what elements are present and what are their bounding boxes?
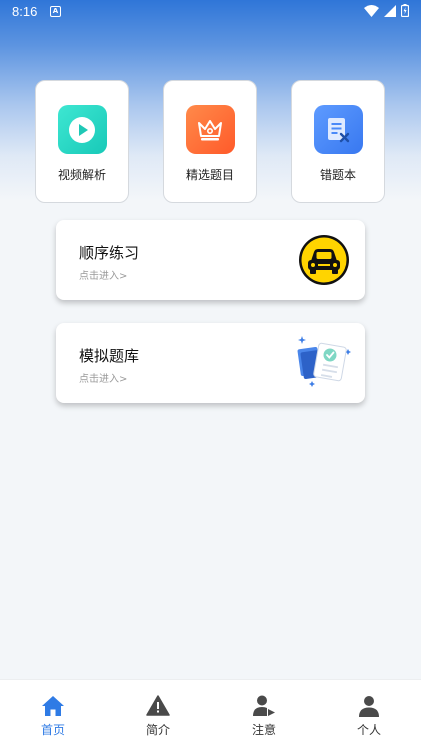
person-icon bbox=[359, 696, 379, 717]
sequential-practice-title: 顺序练习 bbox=[79, 244, 140, 262]
status-time: 8:16 bbox=[12, 4, 38, 19]
car-icon bbox=[299, 235, 349, 285]
play-icon bbox=[57, 105, 107, 154]
battery-icon bbox=[401, 4, 409, 17]
selected-questions-label: 精选题目 bbox=[185, 168, 234, 182]
nav-profile[interactable]: 个人 bbox=[329, 680, 409, 748]
status-bar: 8:16 A bbox=[0, 0, 421, 24]
wrong-book-label: 错题本 bbox=[319, 168, 356, 182]
feature-cards: 视频解析 精选题目 错题本 bbox=[0, 80, 421, 203]
nav-home-label: 首页 bbox=[40, 723, 65, 737]
selected-questions-card[interactable]: 精选题目 bbox=[163, 80, 257, 203]
home-icon bbox=[42, 696, 64, 716]
status-icons bbox=[364, 4, 409, 17]
signal-icon bbox=[384, 4, 396, 17]
wifi-icon bbox=[364, 4, 379, 17]
person-play-icon bbox=[253, 695, 275, 716]
bottom-nav: 首页 简介 注意 个人 bbox=[0, 679, 421, 748]
exam-paper-icon bbox=[297, 336, 351, 387]
nav-intro-label: 简介 bbox=[145, 723, 170, 737]
nav-notice[interactable]: 注意 bbox=[224, 680, 304, 748]
notification-icon: A bbox=[50, 6, 61, 17]
nav-profile-label: 个人 bbox=[356, 723, 381, 737]
warning-icon bbox=[146, 695, 170, 716]
mock-exam-title: 模拟题库 bbox=[79, 347, 140, 365]
crown-icon bbox=[185, 105, 235, 154]
mock-exam-subtitle: 点击进入> bbox=[79, 374, 128, 385]
wrong-book-icon bbox=[313, 105, 363, 154]
wrong-book-card[interactable]: 错题本 bbox=[291, 80, 385, 203]
nav-notice-label: 注意 bbox=[251, 723, 276, 737]
video-analysis-card[interactable]: 视频解析 bbox=[35, 80, 129, 203]
nav-intro[interactable]: 简介 bbox=[118, 680, 198, 748]
mock-exam-card[interactable]: 模拟题库 点击进入> bbox=[56, 323, 365, 403]
video-analysis-label: 视频解析 bbox=[57, 168, 106, 182]
nav-home[interactable]: 首页 bbox=[13, 680, 93, 748]
sequential-practice-subtitle: 点击进入> bbox=[79, 271, 128, 282]
sequential-practice-card[interactable]: 顺序练习 点击进入> bbox=[56, 220, 365, 300]
